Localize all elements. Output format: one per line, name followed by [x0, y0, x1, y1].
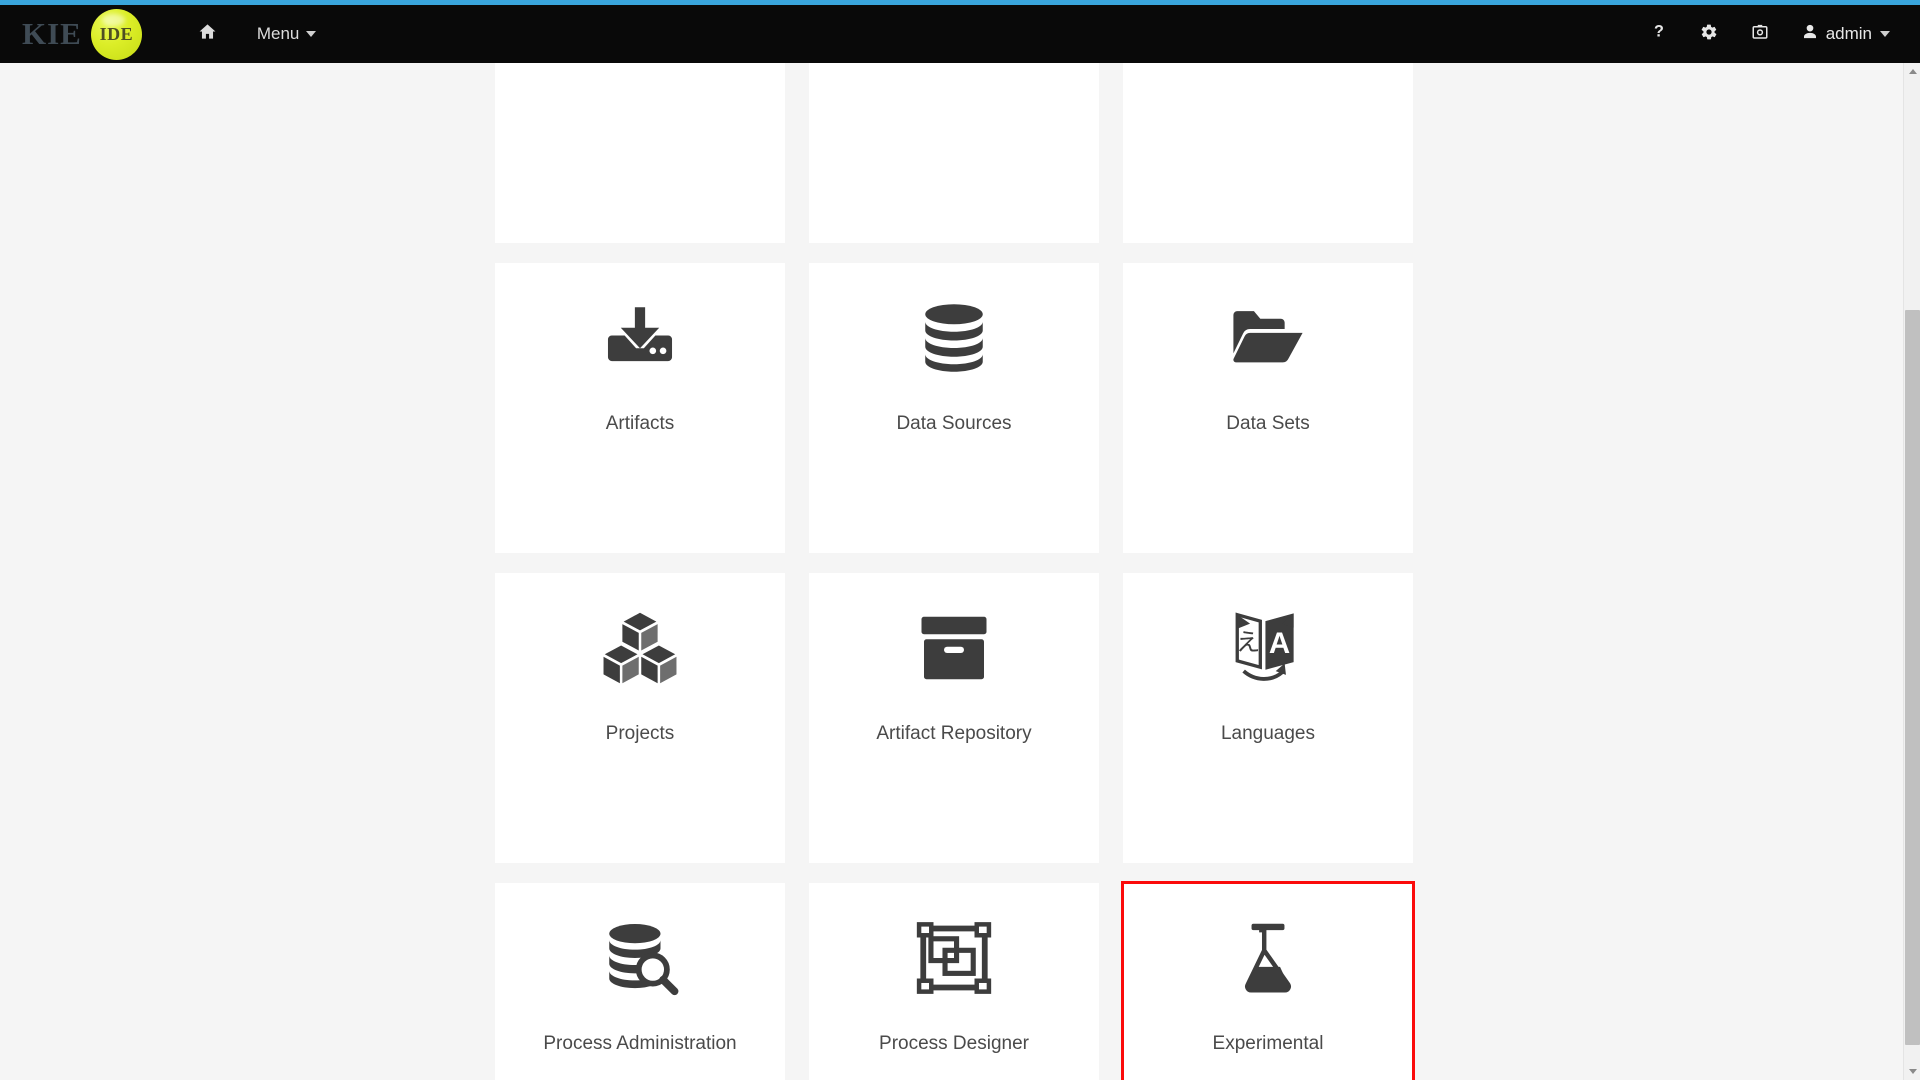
tile-counter-3[interactable]: 13: [1123, 63, 1413, 243]
masthead: KIE IDE Menu ? admin: [0, 5, 1920, 63]
tile-languages[interactable]: え A Languages: [1123, 573, 1413, 863]
scrollbar-thumb[interactable]: [1905, 310, 1920, 1045]
database-stack-icon: [809, 263, 1099, 413]
tile-counter-2[interactable]: 89: [809, 63, 1099, 243]
gear-icon: [1700, 23, 1718, 46]
tile-label: Artifact Repository: [876, 723, 1032, 744]
screenshot-button[interactable]: [1737, 5, 1783, 63]
masthead-actions: ? admin: [1637, 5, 1900, 63]
brand-badge-ide: IDE: [90, 8, 142, 60]
tile-grid: 68913 Artifacts Data Sources Data Sets Proje…: [495, 63, 1415, 1080]
tile-process-administration[interactable]: Process Administration: [495, 883, 785, 1080]
design-frame-icon: [809, 883, 1099, 1033]
user-name: admin: [1825, 24, 1872, 43]
tile-label: Data Sources: [896, 413, 1012, 434]
svg-text:え: え: [1236, 630, 1260, 657]
tile-label: Data Sets: [1226, 413, 1310, 434]
brand-logo[interactable]: KIE IDE: [22, 8, 142, 60]
tile-data-sources[interactable]: Data Sources: [809, 263, 1099, 553]
menu-dropdown[interactable]: Menu: [241, 5, 333, 63]
tile-counter-1[interactable]: 6: [495, 63, 785, 243]
tile-data-sets[interactable]: Data Sets: [1123, 263, 1413, 553]
svg-text:A: A: [1269, 627, 1290, 660]
database-search-icon: [495, 883, 785, 1033]
menu-label: Menu: [256, 24, 300, 43]
chevron-down-icon: [306, 31, 317, 37]
tile-artifact-repository[interactable]: Artifact Repository: [809, 573, 1099, 863]
tile-projects[interactable]: Projects: [495, 573, 785, 863]
tile-label: Process Designer: [879, 1033, 1029, 1054]
scroll-up-arrow-icon[interactable]: [1904, 63, 1920, 80]
tile-artifacts[interactable]: Artifacts: [495, 263, 785, 553]
tile-process-designer[interactable]: Process Designer: [809, 883, 1099, 1080]
vertical-scrollbar[interactable]: [1903, 63, 1920, 1080]
camera-icon: [1751, 23, 1769, 46]
tile-label: Artifacts: [605, 413, 675, 434]
home-icon: [198, 22, 217, 46]
help-button[interactable]: ?: [1637, 5, 1681, 63]
tile-label: Projects: [605, 723, 675, 744]
brand-name-kie: KIE: [22, 16, 82, 51]
chevron-down-icon: [1880, 31, 1890, 37]
home-button[interactable]: [184, 5, 231, 63]
archive-box-icon: [809, 573, 1099, 723]
tile-experimental[interactable]: Experimental: [1121, 881, 1415, 1080]
question-mark-icon: ?: [1651, 22, 1667, 46]
tile-label: Languages: [1220, 723, 1316, 744]
translate-icon: えA: [1123, 573, 1413, 723]
tile-label: Process Administration: [543, 1033, 737, 1054]
tile-label: Experimental: [1212, 1033, 1324, 1054]
settings-button[interactable]: [1686, 5, 1732, 63]
user-menu[interactable]: admin: [1788, 5, 1900, 63]
open-folder-icon: [1123, 263, 1413, 413]
brand-name-ide: IDE: [99, 23, 134, 44]
scroll-down-arrow-icon[interactable]: [1904, 1063, 1920, 1080]
download-inbox-icon: [495, 263, 785, 413]
user-icon: [1802, 23, 1818, 45]
dashboard-scroll-area: 68913 Artifacts Data Sources Data Sets Proje…: [0, 63, 1920, 1080]
flask-icon: [1123, 883, 1413, 1033]
svg-text:?: ?: [1654, 22, 1664, 40]
cubes-icon: [495, 573, 785, 723]
